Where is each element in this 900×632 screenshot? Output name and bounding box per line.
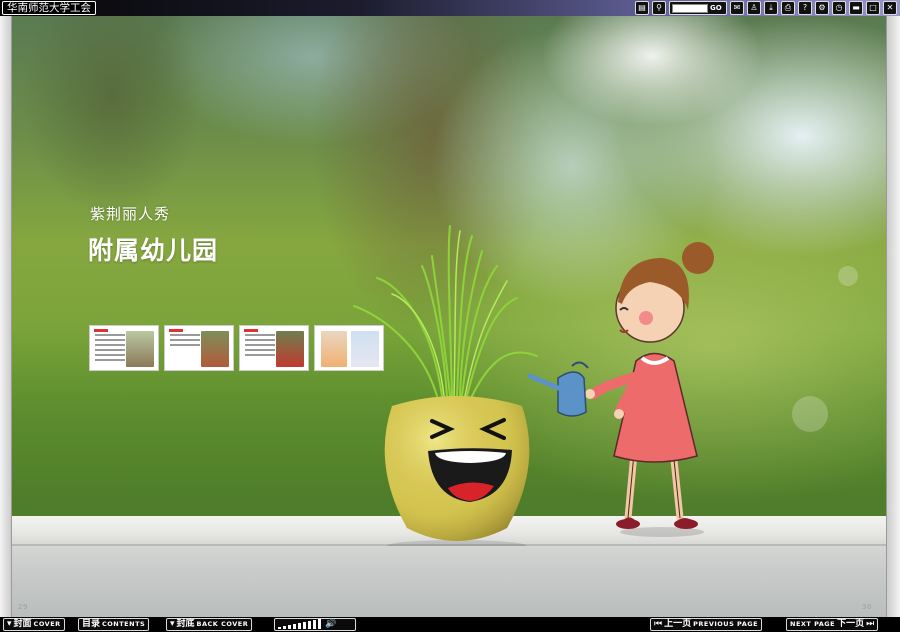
zoom-icon[interactable]: ⚲ <box>652 1 666 15</box>
previous-icon: ⏮ <box>654 619 663 629</box>
thumb-photo <box>126 331 154 367</box>
back-cover-icon: ▾ <box>170 619 175 629</box>
thumb-photo <box>276 331 304 367</box>
page-number-input[interactable] <box>672 3 708 13</box>
right-page-number: 30 <box>862 603 872 611</box>
page-subtitle: 紫荆丽人秀 <box>90 205 171 223</box>
app-title: 华南师范大学工会 <box>2 1 96 15</box>
volume-bar <box>313 620 316 629</box>
contents-button[interactable]: 目录 CONTENTS <box>78 618 150 631</box>
thumb-text <box>170 334 200 349</box>
cover-label-cn: 封面 <box>13 619 32 629</box>
download-icon[interactable]: ⤓ <box>764 1 778 15</box>
toolbar-buttons: ▤ ⚲ GO ✉ ♙ ⤓ ⎙ ? ⚙ ◷ ▬ □ ✕ <box>635 1 897 15</box>
thumb-photo <box>201 331 229 367</box>
speaker-icon[interactable]: 🔊 <box>325 619 336 629</box>
previous-label-en: PREVIOUS PAGE <box>693 620 759 628</box>
thumbnails-icon[interactable]: ▤ <box>635 1 649 15</box>
contents-label-cn: 目录 <box>82 619 101 629</box>
minimize-icon[interactable]: ▬ <box>849 1 863 15</box>
girl-watering-plant-illustration <box>353 225 714 546</box>
next-page-button[interactable]: NEXT PAGE 下一页 ⏭ <box>786 618 879 631</box>
settings-icon[interactable]: ⚙ <box>815 1 829 15</box>
bokeh-light <box>792 396 828 432</box>
thumb-text <box>95 334 125 364</box>
maximize-icon[interactable]: □ <box>866 1 880 15</box>
print-icon[interactable]: ⎙ <box>781 1 795 15</box>
next-icon: ⏭ <box>866 619 875 629</box>
top-toolbar: 华南师范大学工会 ▤ ⚲ GO ✉ ♙ ⤓ ⎙ ? ⚙ ◷ ▬ □ ✕ <box>0 0 900 16</box>
timer-icon[interactable]: ◷ <box>832 1 846 15</box>
volume-bar <box>283 626 286 629</box>
volume-bar <box>278 627 281 629</box>
user-icon[interactable]: ♙ <box>747 1 761 15</box>
volume-bar <box>303 622 306 629</box>
contents-label-en: CONTENTS <box>102 620 146 628</box>
comment-icon[interactable]: ✉ <box>730 1 744 15</box>
volume-bar <box>288 625 291 629</box>
back-cover-label-en: BACK COVER <box>196 620 249 628</box>
go-button[interactable]: GO <box>710 4 722 12</box>
left-page-number: 29 <box>18 603 28 611</box>
volume-slider[interactable]: 🔊 <box>274 618 356 631</box>
thumbnail-3[interactable] <box>239 325 309 371</box>
book-page: 紫荆丽人秀 附属幼儿园 29 30 <box>12 16 886 617</box>
help-icon[interactable]: ? <box>798 1 812 15</box>
thumbnail-1[interactable] <box>89 325 159 371</box>
back-cover-label-cn: 封底 <box>176 619 195 629</box>
page-jump-field[interactable]: GO <box>669 1 727 15</box>
next-label-cn: 下一页 <box>837 619 865 629</box>
previous-label-cn: 上一页 <box>664 619 692 629</box>
cover-button[interactable]: ▾ 封面 COVER <box>3 618 65 631</box>
thumb-header <box>94 329 108 332</box>
back-cover-button[interactable]: ▾ 封底 BACK COVER <box>166 618 253 631</box>
cover-icon: ▾ <box>7 619 12 629</box>
volume-bar <box>293 624 296 629</box>
bokeh-light <box>838 266 858 286</box>
previous-page-button[interactable]: ⏮ 上一页 PREVIOUS PAGE <box>650 618 763 631</box>
right-page-edge[interactable] <box>886 16 900 617</box>
bottom-toolbar: ▾ 封面 COVER 目录 CONTENTS ▾ 封底 BACK COVER 🔊… <box>0 617 900 632</box>
volume-bar <box>298 623 301 629</box>
next-label-en: NEXT PAGE <box>790 620 836 628</box>
page-title: 附属幼儿园 <box>88 236 219 265</box>
cover-label-en: COVER <box>33 620 61 628</box>
left-page-edge[interactable] <box>0 16 12 617</box>
close-icon[interactable]: ✕ <box>883 1 897 15</box>
volume-bar <box>308 621 311 629</box>
thumb-header <box>169 329 183 332</box>
thumb-header <box>244 329 258 332</box>
volume-bar <box>318 619 321 629</box>
thumbnail-2[interactable] <box>164 325 234 371</box>
thumb-text <box>245 334 275 359</box>
